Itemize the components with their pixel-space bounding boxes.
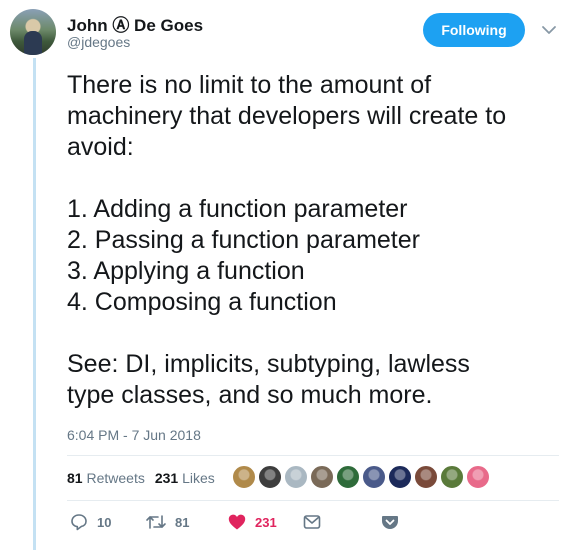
- avatar[interactable]: [10, 9, 56, 55]
- tweet-line: There is no limit to the amount of: [67, 71, 432, 99]
- tweet-text: There is no limit to the amount of machi…: [67, 70, 567, 411]
- like-button[interactable]: 231: [227, 512, 277, 532]
- liker-avatar[interactable]: [284, 465, 308, 489]
- tweet-line: 4. Composing a function: [67, 288, 337, 316]
- tweet-line: machinery that developers will create to: [67, 102, 507, 130]
- tweet-line: 1. Adding a function parameter: [67, 195, 408, 223]
- retweet-count: 81: [175, 514, 190, 530]
- retweet-icon: [146, 515, 166, 529]
- reply-button[interactable]: 10: [69, 512, 111, 532]
- likes-count: 231: [154, 470, 179, 486]
- thread-line: [33, 58, 36, 550]
- likes-label: Likes: [182, 470, 215, 486]
- liker-avatar[interactable]: [388, 465, 412, 489]
- liker-avatar[interactable]: [466, 465, 490, 489]
- tweet-stats: 81 Retweets 231 Likes: [67, 470, 215, 486]
- tweet-line: avoid:: [67, 133, 134, 161]
- reply-count: 10: [97, 514, 112, 530]
- retweets-count: 81: [67, 470, 83, 486]
- liker-avatar[interactable]: [362, 465, 386, 489]
- heart-icon: [228, 514, 246, 530]
- retweets-stat[interactable]: 81 Retweets: [67, 470, 145, 486]
- likes-stat[interactable]: 231 Likes: [155, 470, 215, 486]
- liker-avatar[interactable]: [440, 465, 464, 489]
- following-button[interactable]: Following: [423, 13, 525, 47]
- liker-avatar[interactable]: [310, 465, 334, 489]
- divider: [67, 455, 559, 456]
- tweet-line: See: DI, implicits, subtyping, lawless: [67, 350, 470, 378]
- divider: [67, 500, 559, 501]
- liker-avatar[interactable]: [414, 465, 438, 489]
- envelope-icon: [303, 515, 321, 529]
- liker-avatar[interactable]: [232, 465, 256, 489]
- author-name[interactable]: John Ⓐ De Goes: [67, 11, 203, 36]
- tweet-line: 3. Applying a function: [67, 257, 305, 285]
- tweet-line: type classes, and so much more.: [67, 381, 433, 409]
- reply-icon: [71, 514, 87, 531]
- liker-avatar[interactable]: [258, 465, 282, 489]
- pocket-icon: [382, 516, 398, 529]
- chevron-down-icon[interactable]: [540, 21, 558, 39]
- like-count: 231: [255, 514, 277, 530]
- retweet-button[interactable]: 81: [145, 512, 189, 532]
- save-button[interactable]: [380, 512, 400, 532]
- liker-avatar[interactable]: [336, 465, 360, 489]
- tweet-line: 2. Passing a function parameter: [67, 226, 420, 254]
- tweet-timestamp[interactable]: 6:04 PM - 7 Jun 2018: [67, 427, 201, 443]
- liker-avatars: [232, 465, 492, 489]
- direct-message-button[interactable]: [302, 512, 322, 532]
- retweets-label: Retweets: [86, 470, 145, 486]
- author-handle[interactable]: @jdegoes: [67, 34, 130, 50]
